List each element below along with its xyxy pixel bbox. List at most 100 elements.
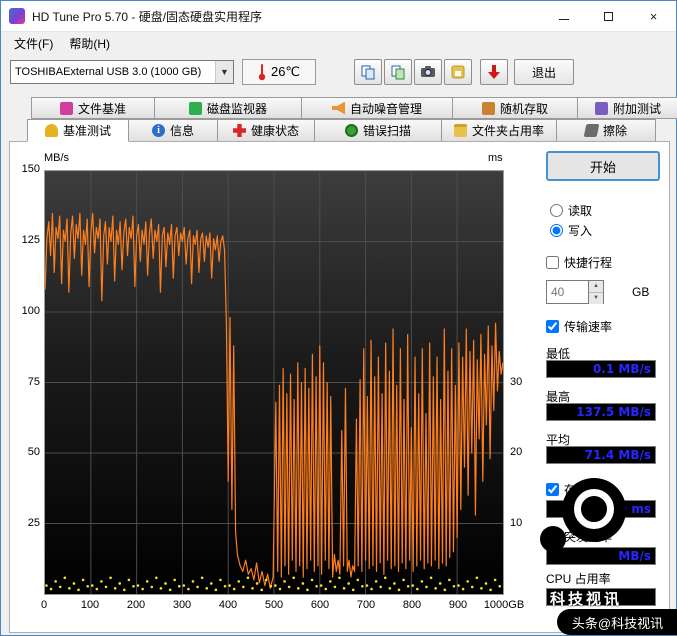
- write-radio[interactable]: 写入: [550, 222, 592, 239]
- chevron-down-icon: ▼: [215, 61, 233, 83]
- copy-image-icon: [391, 65, 405, 80]
- max-value: 137.5 MB/s: [546, 403, 656, 421]
- quantity-stepper[interactable]: ▲ ▼: [588, 280, 604, 304]
- copy-image-button[interactable]: [384, 59, 412, 85]
- drive-selector[interactable]: TOSHIBAExternal USB 3.0 (1000 GB) ▼: [10, 60, 234, 84]
- tab-label: 附加测试: [612, 101, 661, 116]
- transfer-rate-checkbox[interactable]: 传输速率: [546, 318, 612, 335]
- extra-tests-icon: [594, 101, 608, 115]
- copy-text-button[interactable]: [354, 59, 382, 85]
- short-stroke-size-field: ▲ ▼: [546, 280, 604, 304]
- burst-rate-checkbox-input[interactable]: [546, 530, 559, 543]
- exit-button[interactable]: 退出: [514, 59, 574, 85]
- burst-rate-value: MB/s: [546, 547, 656, 565]
- tab-aam[interactable]: 自动噪音管理: [301, 97, 453, 119]
- speaker-icon: [331, 101, 345, 115]
- stepper-up-icon[interactable]: ▲: [589, 281, 603, 292]
- minimize-icon: [558, 18, 569, 20]
- tab-folder-usage[interactable]: 文件夹占用率: [441, 119, 557, 142]
- short-stroke-checkbox-input[interactable]: [546, 256, 559, 269]
- stepper-down-icon[interactable]: ▼: [589, 292, 603, 304]
- read-radio[interactable]: 读取: [550, 202, 592, 219]
- burst-rate-label: 突发速率: [564, 530, 613, 544]
- axis-tick-label: 1000GB: [483, 599, 525, 611]
- tab-random-access[interactable]: 随机存取: [452, 97, 578, 119]
- axis-tick-label: 125: [21, 233, 40, 246]
- eraser-icon: [583, 124, 600, 137]
- access-time-checkbox-input[interactable]: [546, 483, 559, 496]
- tab-error-scan[interactable]: 错误扫描: [314, 119, 442, 142]
- transfer-rate-label: 传输速率: [564, 320, 613, 334]
- window-title: HD Tune Pro 5.70 - 硬盘/固态硬盘实用程序: [32, 9, 263, 24]
- short-stroke-label: 快捷行程: [564, 256, 613, 270]
- y-left-axis-caption: MB/s: [44, 152, 70, 164]
- axis-tick-label: 100: [80, 599, 100, 611]
- min-value: 0.1 MB/s: [546, 360, 656, 378]
- short-stroke-size-input[interactable]: [546, 280, 588, 304]
- maximize-icon: [604, 11, 613, 21]
- transfer-rate-checkbox-input[interactable]: [546, 320, 559, 333]
- tab-label: 随机存取: [499, 101, 548, 116]
- screenshot-button[interactable]: [414, 59, 442, 85]
- axis-tick-label: 400: [218, 599, 238, 611]
- axis-tick-label: 25: [27, 517, 40, 530]
- camera-icon: [421, 66, 435, 77]
- benchmark-chart: [44, 170, 504, 595]
- tab-benchmark[interactable]: 基准测试: [27, 119, 129, 142]
- tab-health[interactable]: 健康状态: [217, 119, 315, 142]
- tab-label: 文件夹占用率: [471, 124, 544, 138]
- app-icon: [9, 8, 25, 24]
- dice-icon: [481, 101, 495, 115]
- tab-file-benchmark[interactable]: 文件基准: [31, 97, 155, 119]
- copy-text-icon: [361, 65, 375, 80]
- tab-disk-monitor[interactable]: 磁盘监视器: [154, 97, 302, 119]
- file-benchmark-icon: [59, 101, 73, 115]
- access-time-label: 存取时间: [564, 483, 613, 497]
- y-right-axis-caption: ms: [488, 152, 503, 164]
- title-bar: HD Tune Pro 5.70 - 硬盘/固态硬盘实用程序 ×: [1, 1, 676, 32]
- avg-value: 71.4 MB/s: [546, 446, 656, 464]
- tab-label: 擦除: [602, 124, 627, 138]
- info-icon: i: [151, 124, 165, 137]
- axis-tick-label: 75: [27, 375, 40, 388]
- maximize-button[interactable]: [586, 1, 631, 32]
- tab-label: 错误扫描: [362, 124, 411, 138]
- write-radio-input[interactable]: [550, 224, 563, 237]
- tab-info[interactable]: i 信息: [128, 119, 218, 142]
- menu-help[interactable]: 帮助(H): [61, 33, 118, 54]
- tab-label: 基准测试: [62, 124, 111, 138]
- red-arrow-down-icon: [488, 65, 500, 79]
- axis-tick-label: 900: [448, 599, 468, 611]
- minimize-button[interactable]: [541, 1, 586, 32]
- menu-file[interactable]: 文件(F): [6, 33, 61, 54]
- drive-selector-value: TOSHIBAExternal USB 3.0 (1000 GB): [15, 66, 202, 78]
- axis-tick-label: 10: [510, 517, 523, 530]
- short-stroke-unit: GB: [632, 285, 650, 299]
- temperature-indicator[interactable]: 26℃: [242, 59, 316, 85]
- save-image-button[interactable]: [444, 59, 472, 85]
- axis-tick-label: 800: [402, 599, 422, 611]
- read-radio-label: 读取: [568, 204, 593, 218]
- temperature-value: 26℃: [270, 64, 301, 79]
- access-time-checkbox[interactable]: 存取时间: [546, 481, 612, 498]
- tab-extra-tests[interactable]: 附加测试: [577, 97, 677, 119]
- axis-tick-label: 0: [40, 599, 48, 611]
- health-cross-icon: [232, 124, 246, 137]
- tab-erase[interactable]: 擦除: [556, 119, 656, 142]
- benchmark-panel: MB/s ms 150 125 100 75 50 25 30 20 10 0 100 200 30…: [9, 141, 670, 633]
- cpu-usage-label: CPU 占用率: [546, 572, 611, 586]
- read-radio-input[interactable]: [550, 204, 563, 217]
- short-stroke-checkbox[interactable]: 快捷行程: [546, 254, 612, 271]
- close-button[interactable]: ×: [631, 1, 676, 32]
- abort-button[interactable]: [480, 59, 508, 85]
- tab-label: 文件基准: [77, 101, 126, 116]
- folder-icon: [453, 124, 467, 137]
- axis-tick-label: 30: [510, 375, 523, 388]
- magnifier-icon: [344, 124, 358, 137]
- start-button[interactable]: 开始: [546, 151, 660, 181]
- burst-rate-checkbox[interactable]: 突发速率: [546, 528, 612, 545]
- thermometer-icon: [258, 64, 266, 81]
- axis-tick-label: 100: [21, 304, 40, 317]
- access-time-value: 49 ms: [546, 500, 656, 518]
- toolbar: TOSHIBAExternal USB 3.0 (1000 GB) ▼ 26℃: [2, 54, 675, 97]
